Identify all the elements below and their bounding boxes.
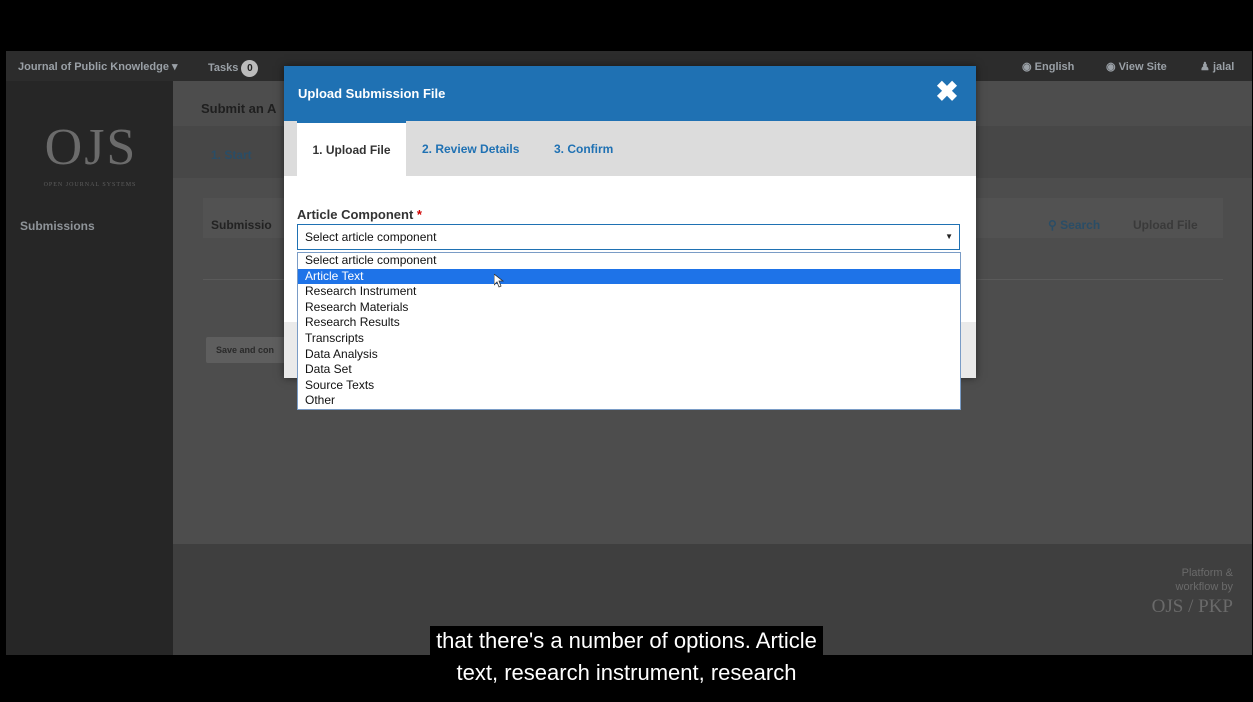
files-panel-title: Submissio <box>211 218 272 232</box>
video-caption: that there's a number of options. Articl… <box>0 626 1253 688</box>
field-label-text: Article Component <box>297 207 414 222</box>
article-component-select[interactable]: Select article component ▼ <box>297 224 960 250</box>
search-link[interactable]: ⚲ Search <box>1048 218 1100 232</box>
globe-icon: ◉ <box>1022 61 1032 73</box>
save-and-continue-button[interactable]: Save and con <box>206 337 296 363</box>
language-label: English <box>1034 61 1075 73</box>
tab-confirm[interactable]: 3. Confirm <box>554 121 613 176</box>
caption-line-2: text, research instrument, research <box>450 658 803 688</box>
user-menu[interactable]: ♟ jalal <box>1200 60 1234 73</box>
modal-header: Upload Submission File ✖ <box>284 66 976 121</box>
option-transcripts[interactable]: Transcripts <box>298 331 960 347</box>
search-icon: ⚲ <box>1048 218 1057 232</box>
option-research-results[interactable]: Research Results <box>298 315 960 331</box>
modal-title: Upload Submission File <box>298 86 446 101</box>
caret-down-icon: ▼ <box>945 232 953 241</box>
user-icon: ♟ <box>1200 61 1210 73</box>
option-source-texts[interactable]: Source Texts <box>298 378 960 394</box>
eye-icon: ◉ <box>1106 61 1116 73</box>
ojs-logo: OJS <box>44 119 138 176</box>
upload-file-link[interactable]: Upload File <box>1133 218 1198 232</box>
chevron-down-icon: ▾ <box>172 61 178 73</box>
close-icon[interactable]: ✖ <box>932 77 962 107</box>
select-value: Select article component <box>305 230 437 244</box>
tab-start[interactable]: 1. Start <box>211 148 252 162</box>
article-component-options: Select article component Article Text Re… <box>297 252 961 410</box>
option-data-analysis[interactable]: Data Analysis <box>298 347 960 363</box>
mouse-cursor-icon <box>494 274 504 288</box>
sidebar-item-submissions[interactable]: Submissions <box>20 219 95 233</box>
article-component-label: Article Component * <box>297 207 422 222</box>
footer-text: Platform & workflow by <box>1143 566 1233 594</box>
tasks-count-badge: 0 <box>241 60 259 77</box>
search-label: Search <box>1060 218 1101 232</box>
view-site-label: View Site <box>1118 61 1167 73</box>
tasks-label: Tasks <box>208 62 239 74</box>
sidebar: OJS OPEN JOURNAL SYSTEMS Submissions <box>6 81 173 655</box>
caption-line-1: that there's a number of options. Articl… <box>430 626 823 656</box>
required-marker: * <box>416 207 422 222</box>
footer-line-2: workflow by <box>1175 581 1233 593</box>
tab-review-details[interactable]: 2. Review Details <box>422 121 519 176</box>
option-data-set[interactable]: Data Set <box>298 362 960 378</box>
language-menu[interactable]: ◉ English <box>1022 60 1074 73</box>
username: jalal <box>1212 61 1235 73</box>
option-article-text[interactable]: Article Text <box>298 268 960 285</box>
pkp-logo[interactable]: OJS / PKP <box>1113 596 1233 618</box>
video-letterbox-top <box>0 0 1253 51</box>
tasks-link[interactable]: Tasks 0 <box>208 60 259 77</box>
tab-upload-file[interactable]: 1. Upload File <box>297 121 406 176</box>
footer-line-1: Platform & <box>1181 567 1233 579</box>
view-site-link[interactable]: ◉ View Site <box>1106 60 1167 73</box>
option-other[interactable]: Other <box>298 393 960 409</box>
option-research-materials[interactable]: Research Materials <box>298 300 960 316</box>
journal-switcher[interactable]: Journal of Public Knowledge ▾ <box>18 60 178 73</box>
journal-name: Journal of Public Knowledge <box>18 61 169 73</box>
option-research-instrument[interactable]: Research Instrument <box>298 284 960 300</box>
page-title: Submit an A <box>201 101 277 116</box>
option-select-article-component[interactable]: Select article component <box>298 253 960 269</box>
modal-tabs: 1. Upload File 2. Review Details 3. Conf… <box>284 121 976 176</box>
logo-subtitle: OPEN JOURNAL SYSTEMS <box>43 182 137 188</box>
